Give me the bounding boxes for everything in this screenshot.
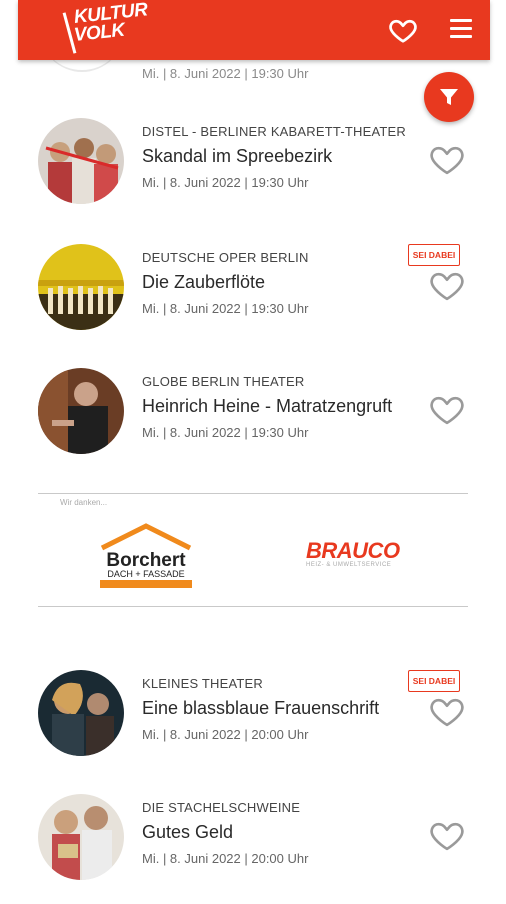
event-date: Mi. | 8. Juni 2022 | 20:00 Uhr xyxy=(142,851,309,866)
event-thumbnail xyxy=(38,794,124,880)
sponsor-label: Wir danken... xyxy=(60,498,108,507)
event-title[interactable]: Gutes Geld xyxy=(142,822,233,843)
favorite-heart-icon[interactable] xyxy=(428,818,466,852)
kulturvolk-logo[interactable]: KULTUR VOLK xyxy=(62,0,148,54)
event-title[interactable]: Heinrich Heine - Matratzengruft xyxy=(142,396,392,417)
event-title[interactable]: Die Zauberflöte xyxy=(142,272,265,293)
app-header: KULTUR VOLK xyxy=(18,0,490,60)
event-venue: KLEINES THEATER xyxy=(142,676,263,691)
borchert-subtitle: DACH + FASSADE xyxy=(107,569,185,579)
funnel-filter-icon xyxy=(440,89,458,105)
filter-button[interactable] xyxy=(424,72,474,122)
event-list-item[interactable]: DISTEL - BERLINER KABARETT-THEATER Skand… xyxy=(0,118,506,228)
event-date: Mi. | 8. Juni 2022 | 19:30 Uhr xyxy=(142,301,309,316)
event-title[interactable]: Eine blassblaue Frauenschrift xyxy=(142,698,379,719)
event-venue: DEUTSCHE OPER BERLIN xyxy=(142,250,309,265)
sei-dabei-badge: SEI DABEI xyxy=(408,244,460,266)
favorite-heart-icon[interactable] xyxy=(428,142,466,176)
borchert-logo[interactable]: Borchert DACH + FASSADE xyxy=(98,522,194,588)
event-thumbnail xyxy=(38,670,124,756)
sponsor-banner: Wir danken... Borchert DACH + FASSADE BR… xyxy=(38,493,468,607)
event-thumbnail xyxy=(38,244,124,330)
event-list-item[interactable]: DIE STACHELSCHWEINE Gutes Geld Mi. | 8. … xyxy=(0,794,506,904)
hamburger-menu-icon[interactable] xyxy=(450,19,472,39)
event-title[interactable]: Skandal im Spreebezirk xyxy=(142,146,332,167)
partial-event-date: Mi. | 8. Juni 2022 | 19:30 Uhr xyxy=(142,66,309,81)
event-venue: DIE STACHELSCHWEINE xyxy=(142,800,301,815)
event-venue: DISTEL - BERLINER KABARETT-THEATER xyxy=(142,124,406,139)
favorites-heart-icon[interactable] xyxy=(388,15,418,45)
event-list-item[interactable]: GLOBE BERLIN THEATER Heinrich Heine - Ma… xyxy=(0,368,506,478)
favorite-heart-icon[interactable] xyxy=(428,694,466,728)
event-list-item[interactable]: SEI DABEI KLEINES THEATER Eine blassblau… xyxy=(0,670,506,780)
brauco-logo[interactable]: BRAUCO HEIZ- & UMWELTSERVICE xyxy=(306,538,416,568)
sei-dabei-badge: SEI DABEI xyxy=(408,670,460,692)
event-date: Mi. | 8. Juni 2022 | 19:30 Uhr xyxy=(142,425,309,440)
event-list-item[interactable]: SEI DABEI DEUTSCHE OPER BERLIN Die Zaube… xyxy=(0,244,506,354)
event-venue: GLOBE BERLIN THEATER xyxy=(142,374,305,389)
event-date: Mi. | 8. Juni 2022 | 19:30 Uhr xyxy=(142,175,309,190)
favorite-heart-icon[interactable] xyxy=(428,268,466,302)
event-date: Mi. | 8. Juni 2022 | 20:00 Uhr xyxy=(142,727,309,742)
event-thumbnail xyxy=(38,368,124,454)
brauco-name: BRAUCO xyxy=(306,538,400,563)
logo-text-line2: VOLK xyxy=(72,19,126,46)
event-thumbnail xyxy=(38,118,124,204)
favorite-heart-icon[interactable] xyxy=(428,392,466,426)
borchert-bar xyxy=(100,580,192,588)
